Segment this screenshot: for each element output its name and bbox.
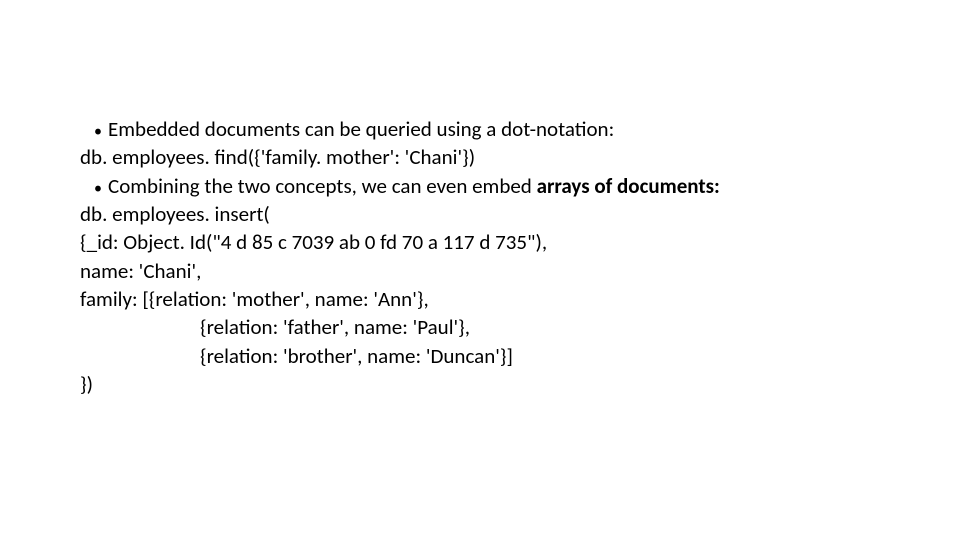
bullet-text-2-bold: arrays of documents: xyxy=(537,173,720,199)
bullet-text-2: Combining the two concepts, we can even … xyxy=(108,172,720,200)
bullet-item-2: • Combining the two concepts, we can eve… xyxy=(80,172,880,200)
code-line-6: {relation: 'father', name: 'Paul'}, xyxy=(80,313,880,341)
code-line-1: db. employees. find({'family. mother': '… xyxy=(80,143,880,171)
code-line-5: family: [{relation: 'mother', name: 'Ann… xyxy=(80,285,880,313)
bullet-icon: • xyxy=(88,121,108,143)
slide-content: • Embedded documents can be queried usin… xyxy=(80,115,880,398)
code-line-7: {relation: 'brother', name: 'Duncan'}] xyxy=(80,342,880,370)
bullet-item-1: • Embedded documents can be queried usin… xyxy=(80,115,880,143)
bullet-icon: • xyxy=(88,178,108,200)
bullet-text-1: Embedded documents can be queried using … xyxy=(108,115,614,143)
code-line-2: db. employees. insert( xyxy=(80,200,880,228)
code-line-4: name: 'Chani', xyxy=(80,257,880,285)
code-line-8: }) xyxy=(80,370,880,398)
bullet-text-2-pre: Combining the two concepts, we can even … xyxy=(108,173,537,199)
code-line-3: {_id: Object. Id("4 d 85 c 7039 ab 0 fd … xyxy=(80,228,880,256)
